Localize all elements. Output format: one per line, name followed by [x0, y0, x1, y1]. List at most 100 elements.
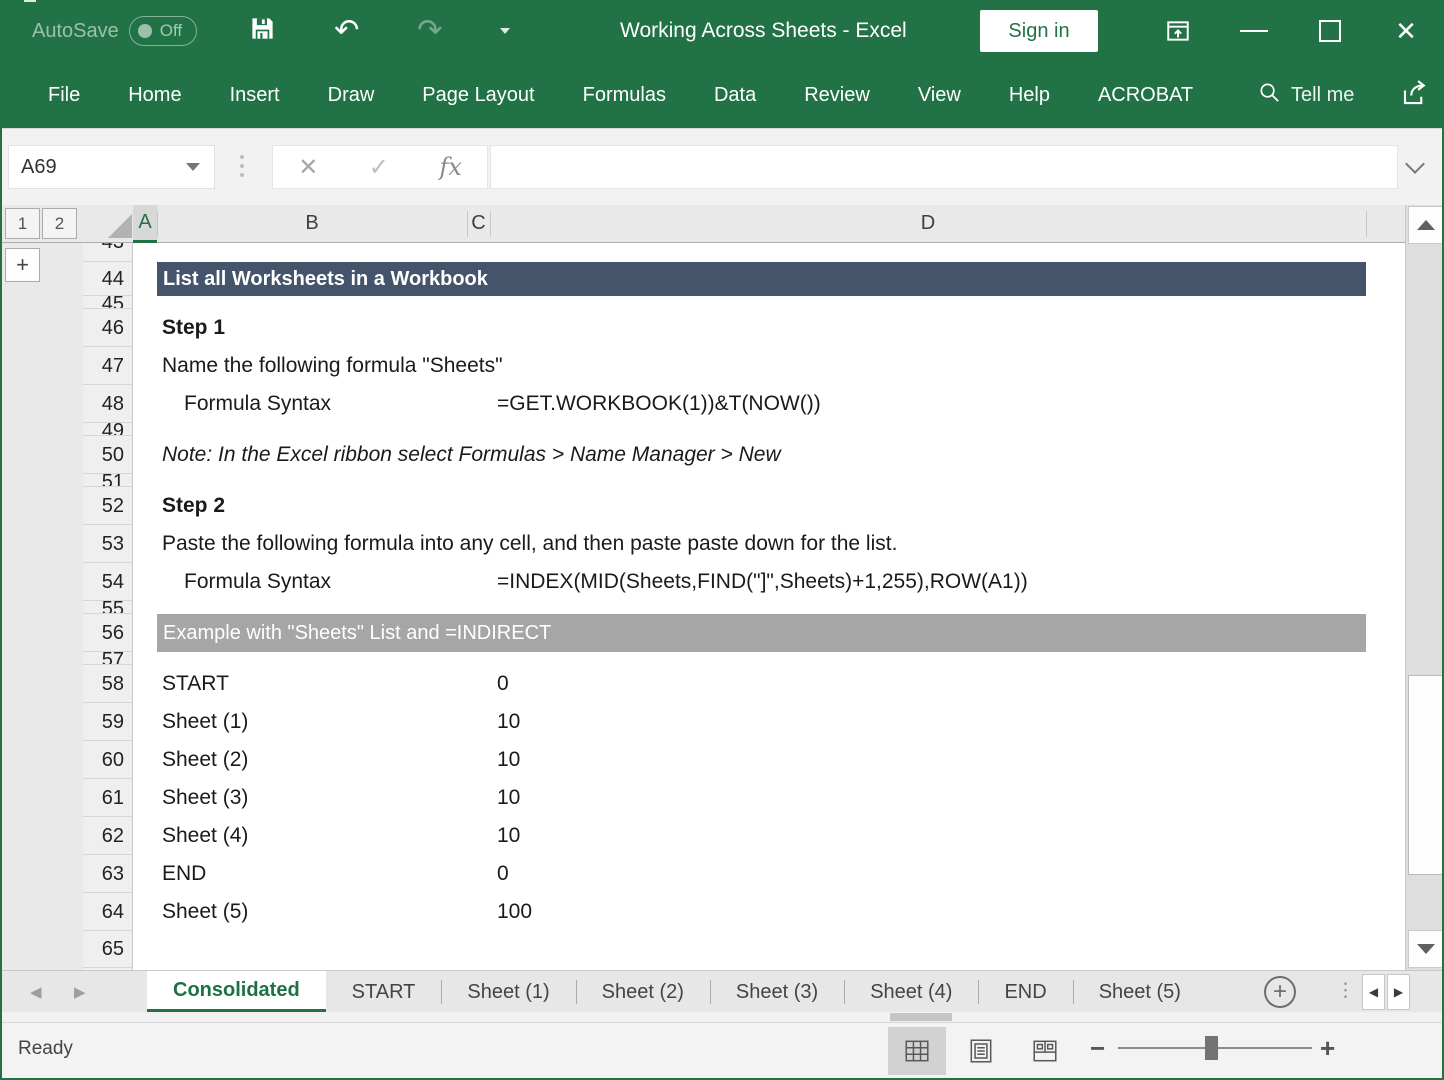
sign-in-button[interactable]: Sign in — [980, 10, 1098, 52]
sheet-tab-consolidated[interactable]: Consolidated — [147, 971, 326, 1013]
row-header-62[interactable]: 62 — [83, 817, 132, 855]
normal-view-icon[interactable] — [888, 1027, 946, 1075]
row-header-56[interactable]: 56 — [83, 614, 132, 652]
tab-bar-overflow-icon[interactable]: ⋮ — [1336, 979, 1355, 1002]
formula-input[interactable] — [490, 145, 1398, 189]
cells-area[interactable]: List all Worksheets in a WorkbookStep 1N… — [133, 243, 1403, 970]
tab-scroll-right-icon[interactable]: ▶ — [74, 971, 86, 1013]
name-box[interactable]: A69 — [8, 145, 215, 189]
share-icon[interactable] — [1400, 78, 1430, 113]
row-header-47[interactable]: 47 — [83, 347, 132, 385]
horizontal-scrollbar[interactable] — [0, 1012, 1444, 1022]
row-header-45[interactable]: 45 — [83, 296, 132, 309]
ribbon-tab-help[interactable]: Help — [1009, 84, 1050, 107]
cell-text: Name the following formula "Sheets" — [162, 354, 503, 378]
column-header-B[interactable]: B — [157, 205, 467, 242]
cell-note: Note: In the Excel ribbon select Formula… — [162, 443, 781, 467]
row-header-61[interactable]: 61 — [83, 779, 132, 817]
ribbon-tab-review[interactable]: Review — [804, 84, 870, 107]
new-sheet-button[interactable]: + — [1264, 976, 1296, 1008]
data-label: Sheet (1) — [162, 710, 248, 734]
redo-icon[interactable]: ↷ — [417, 16, 442, 46]
row-header-60[interactable]: 60 — [83, 741, 132, 779]
ribbon-tab-data[interactable]: Data — [714, 84, 756, 107]
column-separator[interactable] — [1366, 211, 1367, 237]
row-header-58[interactable]: 58 — [83, 665, 132, 703]
row-header-46[interactable]: 46 — [83, 309, 132, 347]
data-value: 10 — [497, 824, 520, 848]
save-icon[interactable] — [249, 15, 276, 47]
sheet-tab-start[interactable]: START — [326, 971, 442, 1013]
cell-text: Step 2 — [162, 494, 225, 518]
sheet-tabs: ConsolidatedSTARTSheet (1)Sheet (2)Sheet… — [147, 971, 1207, 1013]
tab-pager-left-icon[interactable]: ◀ — [1362, 974, 1385, 1010]
row-header-49[interactable]: 49 — [83, 423, 132, 436]
row-header-52[interactable]: 52 — [83, 487, 132, 525]
column-header-A[interactable]: A — [133, 205, 157, 243]
row-header-50[interactable]: 50 — [83, 436, 132, 474]
ribbon-tab-acrobat[interactable]: ACROBAT — [1098, 84, 1193, 107]
sheet-tab-sheet-1[interactable]: Sheet (1) — [441, 971, 575, 1013]
ribbon-tab-insert[interactable]: Insert — [230, 84, 280, 107]
page-break-preview-icon[interactable] — [1016, 1027, 1074, 1075]
close-button[interactable]: ✕ — [1368, 0, 1444, 62]
cancel-icon[interactable]: ✕ — [298, 153, 318, 182]
undo-icon[interactable]: ↶ — [334, 16, 359, 46]
page-layout-view-icon[interactable] — [952, 1027, 1010, 1075]
scroll-down-icon[interactable] — [1408, 930, 1443, 968]
enter-icon[interactable]: ✓ — [369, 153, 389, 182]
grid-row-54: Formula Syntax=INDEX(MID(Sheets,FIND("]"… — [133, 563, 1403, 601]
row-header-57[interactable]: 57 — [83, 652, 132, 665]
row-header-51[interactable]: 51 — [83, 474, 132, 487]
ribbon-tab-page-layout[interactable]: Page Layout — [422, 84, 534, 107]
tell-me-box[interactable]: Tell me — [1258, 62, 1354, 128]
sheet-tab-sheet-5[interactable]: Sheet (5) — [1073, 971, 1207, 1013]
outline-level-1-button[interactable]: 1 — [5, 208, 40, 239]
ribbon-tab-home[interactable]: Home — [128, 84, 181, 107]
row-header-65[interactable]: 65 — [83, 931, 132, 968]
outline-expand-button[interactable]: + — [5, 248, 40, 282]
minimize-button[interactable] — [1216, 0, 1292, 62]
row-header-55[interactable]: 55 — [83, 601, 132, 614]
row-header-44[interactable]: 44 — [83, 262, 132, 296]
grid-row-49 — [133, 423, 1403, 436]
ribbon-tab-file[interactable]: File — [48, 84, 80, 107]
zoom-out-icon[interactable]: − — [1090, 1033, 1105, 1064]
zoom-in-icon[interactable]: + — [1320, 1033, 1335, 1064]
column-header-C[interactable]: C — [467, 205, 490, 242]
ribbon-display-options-icon[interactable] — [1140, 0, 1216, 62]
ribbon-tab-draw[interactable]: Draw — [328, 84, 375, 107]
autosave-pill[interactable]: Off — [129, 16, 197, 46]
vertical-scrollbar-thumb[interactable] — [1408, 675, 1443, 875]
row-header-53[interactable]: 53 — [83, 525, 132, 563]
horizontal-scrollbar-thumb[interactable] — [890, 1013, 952, 1021]
sheet-tab-sheet-2[interactable]: Sheet (2) — [576, 971, 710, 1013]
insert-function-icon[interactable]: fx — [439, 153, 461, 181]
data-label: END — [162, 862, 206, 886]
row-header-48[interactable]: 48 — [83, 385, 132, 423]
column-header-D[interactable]: D — [490, 205, 1366, 242]
name-box-dropdown-icon[interactable] — [186, 163, 200, 171]
sheet-tab-sheet-3[interactable]: Sheet (3) — [710, 971, 844, 1013]
tab-scroll-left-icon[interactable]: ◀ — [30, 971, 42, 1013]
row-header-54[interactable]: 54 — [83, 563, 132, 601]
expand-formula-bar-icon[interactable] — [1405, 154, 1425, 174]
select-all-icon[interactable] — [108, 214, 132, 238]
row-header-63[interactable]: 63 — [83, 855, 132, 893]
customize-toolbar-dropdown-icon[interactable] — [500, 28, 510, 34]
sheet-tab-sheet-4[interactable]: Sheet (4) — [844, 971, 978, 1013]
vertical-scrollbar[interactable] — [1405, 205, 1444, 970]
maximize-button[interactable] — [1292, 0, 1368, 62]
grid-row-61: Sheet (3)10 — [133, 779, 1403, 817]
outline-level-2-button[interactable]: 2 — [42, 208, 77, 239]
autosave-toggle[interactable]: AutoSave Off — [32, 16, 197, 46]
row-header-43[interactable]: 43 — [83, 243, 132, 262]
ribbon-tab-formulas[interactable]: Formulas — [583, 84, 666, 107]
zoom-slider-thumb[interactable] — [1205, 1036, 1218, 1060]
row-header-59[interactable]: 59 — [83, 703, 132, 741]
row-header-64[interactable]: 64 — [83, 893, 132, 931]
scroll-up-icon[interactable] — [1408, 206, 1443, 244]
sheet-tab-end[interactable]: END — [978, 971, 1072, 1013]
tab-pager-right-icon[interactable]: ▶ — [1387, 974, 1410, 1010]
ribbon-tab-view[interactable]: View — [918, 84, 961, 107]
